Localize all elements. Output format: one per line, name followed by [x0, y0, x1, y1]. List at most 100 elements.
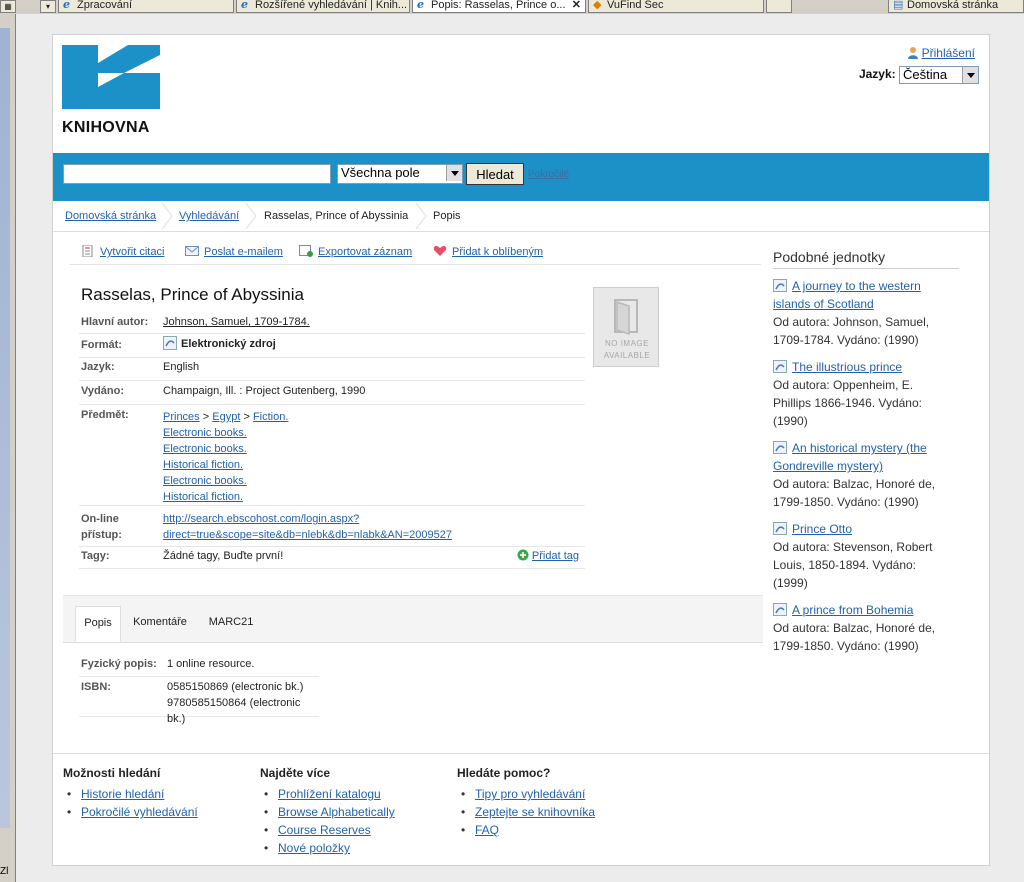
tab-comments[interactable]: Komentáře — [129, 606, 191, 642]
subject-link[interactable]: Electronic books. — [163, 443, 247, 455]
online-url-line-2[interactable]: direct=true&scope=site&db=nlebk&db=nlabk… — [163, 529, 452, 541]
browser-tab-vufind[interactable]: ◆ VuFind Sec — [588, 0, 764, 13]
tab-label: Zpracování — [77, 0, 133, 11]
footer-link-advanced-search[interactable]: Pokročilé vyhledávání — [81, 805, 198, 819]
author-link[interactable]: Johnson, Samuel, 1709-1784. — [163, 316, 310, 328]
vufind-icon: ◆ — [593, 0, 602, 11]
no-image-line: NO IMAGE — [604, 339, 649, 348]
online-url[interactable]: http://search.ebscohost.com/login.aspx? … — [163, 511, 452, 543]
footer-link-search-tips[interactable]: Tipy pro vyhledávání — [475, 787, 585, 801]
chevron-down-icon[interactable] — [962, 67, 978, 83]
similar-item: An historical mystery (the Gondreville m… — [773, 439, 953, 511]
export-action[interactable]: Exportovat záznam — [299, 245, 412, 258]
tags-label: Tagy: — [81, 550, 110, 562]
subject-link[interactable]: Egypt — [212, 411, 240, 423]
similar-item-link[interactable]: A journey to the western islands of Scot… — [773, 279, 921, 311]
electronic-resource-icon — [773, 441, 787, 454]
footer-link-course-reserves[interactable]: Course Reserves — [278, 823, 371, 837]
subject-label: Předmět: — [81, 409, 129, 421]
email-link[interactable]: Poslat e-mailem — [204, 246, 283, 258]
subject-link[interactable]: Historical fiction. — [163, 459, 243, 471]
breadcrumb-search[interactable]: Vyhledávání — [179, 210, 239, 222]
browser-tab-empty[interactable] — [766, 0, 792, 13]
footer-link-browse-alphabetically[interactable]: Browse Alphabetically — [278, 805, 395, 819]
cover-placeholder: NO IMAGE AVAILABLE — [593, 287, 659, 367]
tab-marc21[interactable]: MARC21 — [201, 606, 261, 642]
record-row-author: Hlavní autor: Johnson, Samuel, 1709-1784… — [79, 316, 585, 334]
subject-link[interactable]: Historical fiction. — [163, 491, 243, 503]
footer-heading: Hledáte pomoc? — [457, 766, 551, 780]
footer-search-options: Možnosti hledání Historie hledání Pokroč… — [63, 766, 198, 821]
online-label: On-line přístup: — [81, 511, 122, 543]
login-link[interactable]: Přihlášení — [922, 46, 975, 60]
footer-link-browse-catalog[interactable]: Prohlížení katalogu — [278, 787, 381, 801]
breadcrumb-home[interactable]: Domovská stránka — [65, 210, 156, 222]
heart-icon — [433, 245, 447, 256]
language-select[interactable]: Čeština — [899, 66, 979, 84]
login-area: Přihlášení — [907, 46, 975, 60]
advanced-search-link[interactable]: Pokročilé — [528, 169, 569, 180]
no-image-text: NO IMAGE AVAILABLE — [594, 338, 660, 362]
record-row-published: Vydáno: Champaign, Ill. : Project Gutenb… — [79, 385, 585, 405]
record-row-tags: Tagy: Žádné tagy, Buďte první! Přidat ta… — [79, 549, 585, 569]
similar-item-link[interactable]: Prince Otto — [792, 522, 852, 536]
similar-item: Prince Otto Od autora: Stevenson, Robert… — [773, 520, 953, 592]
electronic-resource-icon — [773, 603, 787, 616]
electronic-resource-icon — [773, 522, 787, 535]
similar-item-link[interactable]: An historical mystery (the Gondreville m… — [773, 441, 927, 473]
footer-link-faq[interactable]: FAQ — [475, 823, 499, 837]
author-label: Hlavní autor: — [81, 316, 149, 328]
search-input[interactable] — [63, 164, 331, 184]
browser-tab-home[interactable]: ▤ Domovská stránka — [888, 0, 1024, 13]
add-tag-link[interactable]: Přidat tag — [532, 550, 579, 562]
side-panel-bar — [0, 28, 10, 828]
user-icon — [907, 47, 918, 59]
similar-item-link[interactable]: The illustrious prince — [792, 360, 902, 374]
side-panel-text: Zl — [0, 866, 9, 877]
toolbar-divider — [69, 264, 761, 265]
online-url-line-1[interactable]: http://search.ebscohost.com/login.aspx? — [163, 513, 359, 525]
similar-item-author: Od autora: Balzac, Honoré de, 1799-1850.… — [773, 621, 936, 653]
similar-item-link[interactable]: A prince from Bohemia — [792, 603, 913, 617]
tags-value: Žádné tagy, Buďte první! — [163, 550, 284, 562]
no-image-line: AVAILABLE — [603, 351, 651, 360]
search-field-select[interactable]: Všechna pole — [337, 164, 463, 184]
tab-list-dropdown-icon[interactable]: ▾ — [40, 0, 56, 13]
tab-label: Domovská stránka — [907, 0, 999, 11]
close-tab-icon[interactable]: ✕ — [572, 0, 581, 11]
published-label: Vydáno: — [81, 385, 124, 397]
footer-link-ask-librarian[interactable]: Zeptejte se knihovníka — [475, 805, 595, 819]
browser-tab-record[interactable]: e Popis: Rasselas, Prince o... ✕ — [412, 0, 586, 13]
subject-link[interactable]: Princes — [163, 411, 200, 423]
subject-link[interactable]: Electronic books. — [163, 475, 247, 487]
cite-action[interactable]: Vytvořit citaci — [81, 245, 164, 258]
physical-value: 1 online resource. — [167, 658, 255, 670]
tab-description[interactable]: Popis — [75, 606, 121, 642]
search-band: Všechna pole Hledat Pokročilé — [53, 153, 989, 201]
logo-text: KNIHOVNA — [62, 119, 150, 136]
tab-label: Popis: Rasselas, Prince o... — [431, 0, 566, 11]
add-tag-action[interactable]: Přidat tag — [517, 549, 579, 562]
export-link[interactable]: Exportovat záznam — [318, 246, 412, 258]
subject-link[interactable]: Electronic books. — [163, 427, 247, 439]
search-button[interactable]: Hledat — [466, 163, 524, 185]
chevron-down-icon[interactable] — [446, 165, 462, 181]
browser-tab-zpracovani[interactable]: e Zpracování — [58, 0, 234, 13]
footer-link-search-history[interactable]: Historie hledání — [81, 787, 164, 801]
email-action[interactable]: Poslat e-mailem — [185, 245, 283, 258]
record-row-language: Jazyk: English — [79, 361, 585, 381]
footer-link-new-items[interactable]: Nové položky — [278, 841, 350, 855]
tab-grid-icon[interactable]: ▦ — [0, 0, 16, 13]
subject-link[interactable]: Fiction. — [253, 411, 288, 423]
online-label-line: přístup: — [81, 529, 122, 541]
detail-row-physical: Fyzický popis: 1 online resource. — [79, 658, 319, 677]
library-logo[interactable] — [62, 45, 160, 109]
language-field-label: Jazyk: — [81, 361, 115, 373]
favorite-link[interactable]: Přidat k oblíbeným — [452, 246, 543, 258]
similar-items-title: Podobné jednotky — [773, 249, 959, 269]
browser-tab-bar: ▦ ▾ e Zpracování e Rozšířené vyhledávání… — [0, 0, 1024, 15]
browser-tab-advanced-search[interactable]: e Rozšířené vyhledávání | Knih... — [236, 0, 410, 13]
cite-link[interactable]: Vytvořit citaci — [100, 246, 164, 258]
favorite-action[interactable]: Přidat k oblíbeným — [433, 245, 543, 258]
record-row-format: Formát: Elektronický zdroj — [79, 335, 585, 358]
